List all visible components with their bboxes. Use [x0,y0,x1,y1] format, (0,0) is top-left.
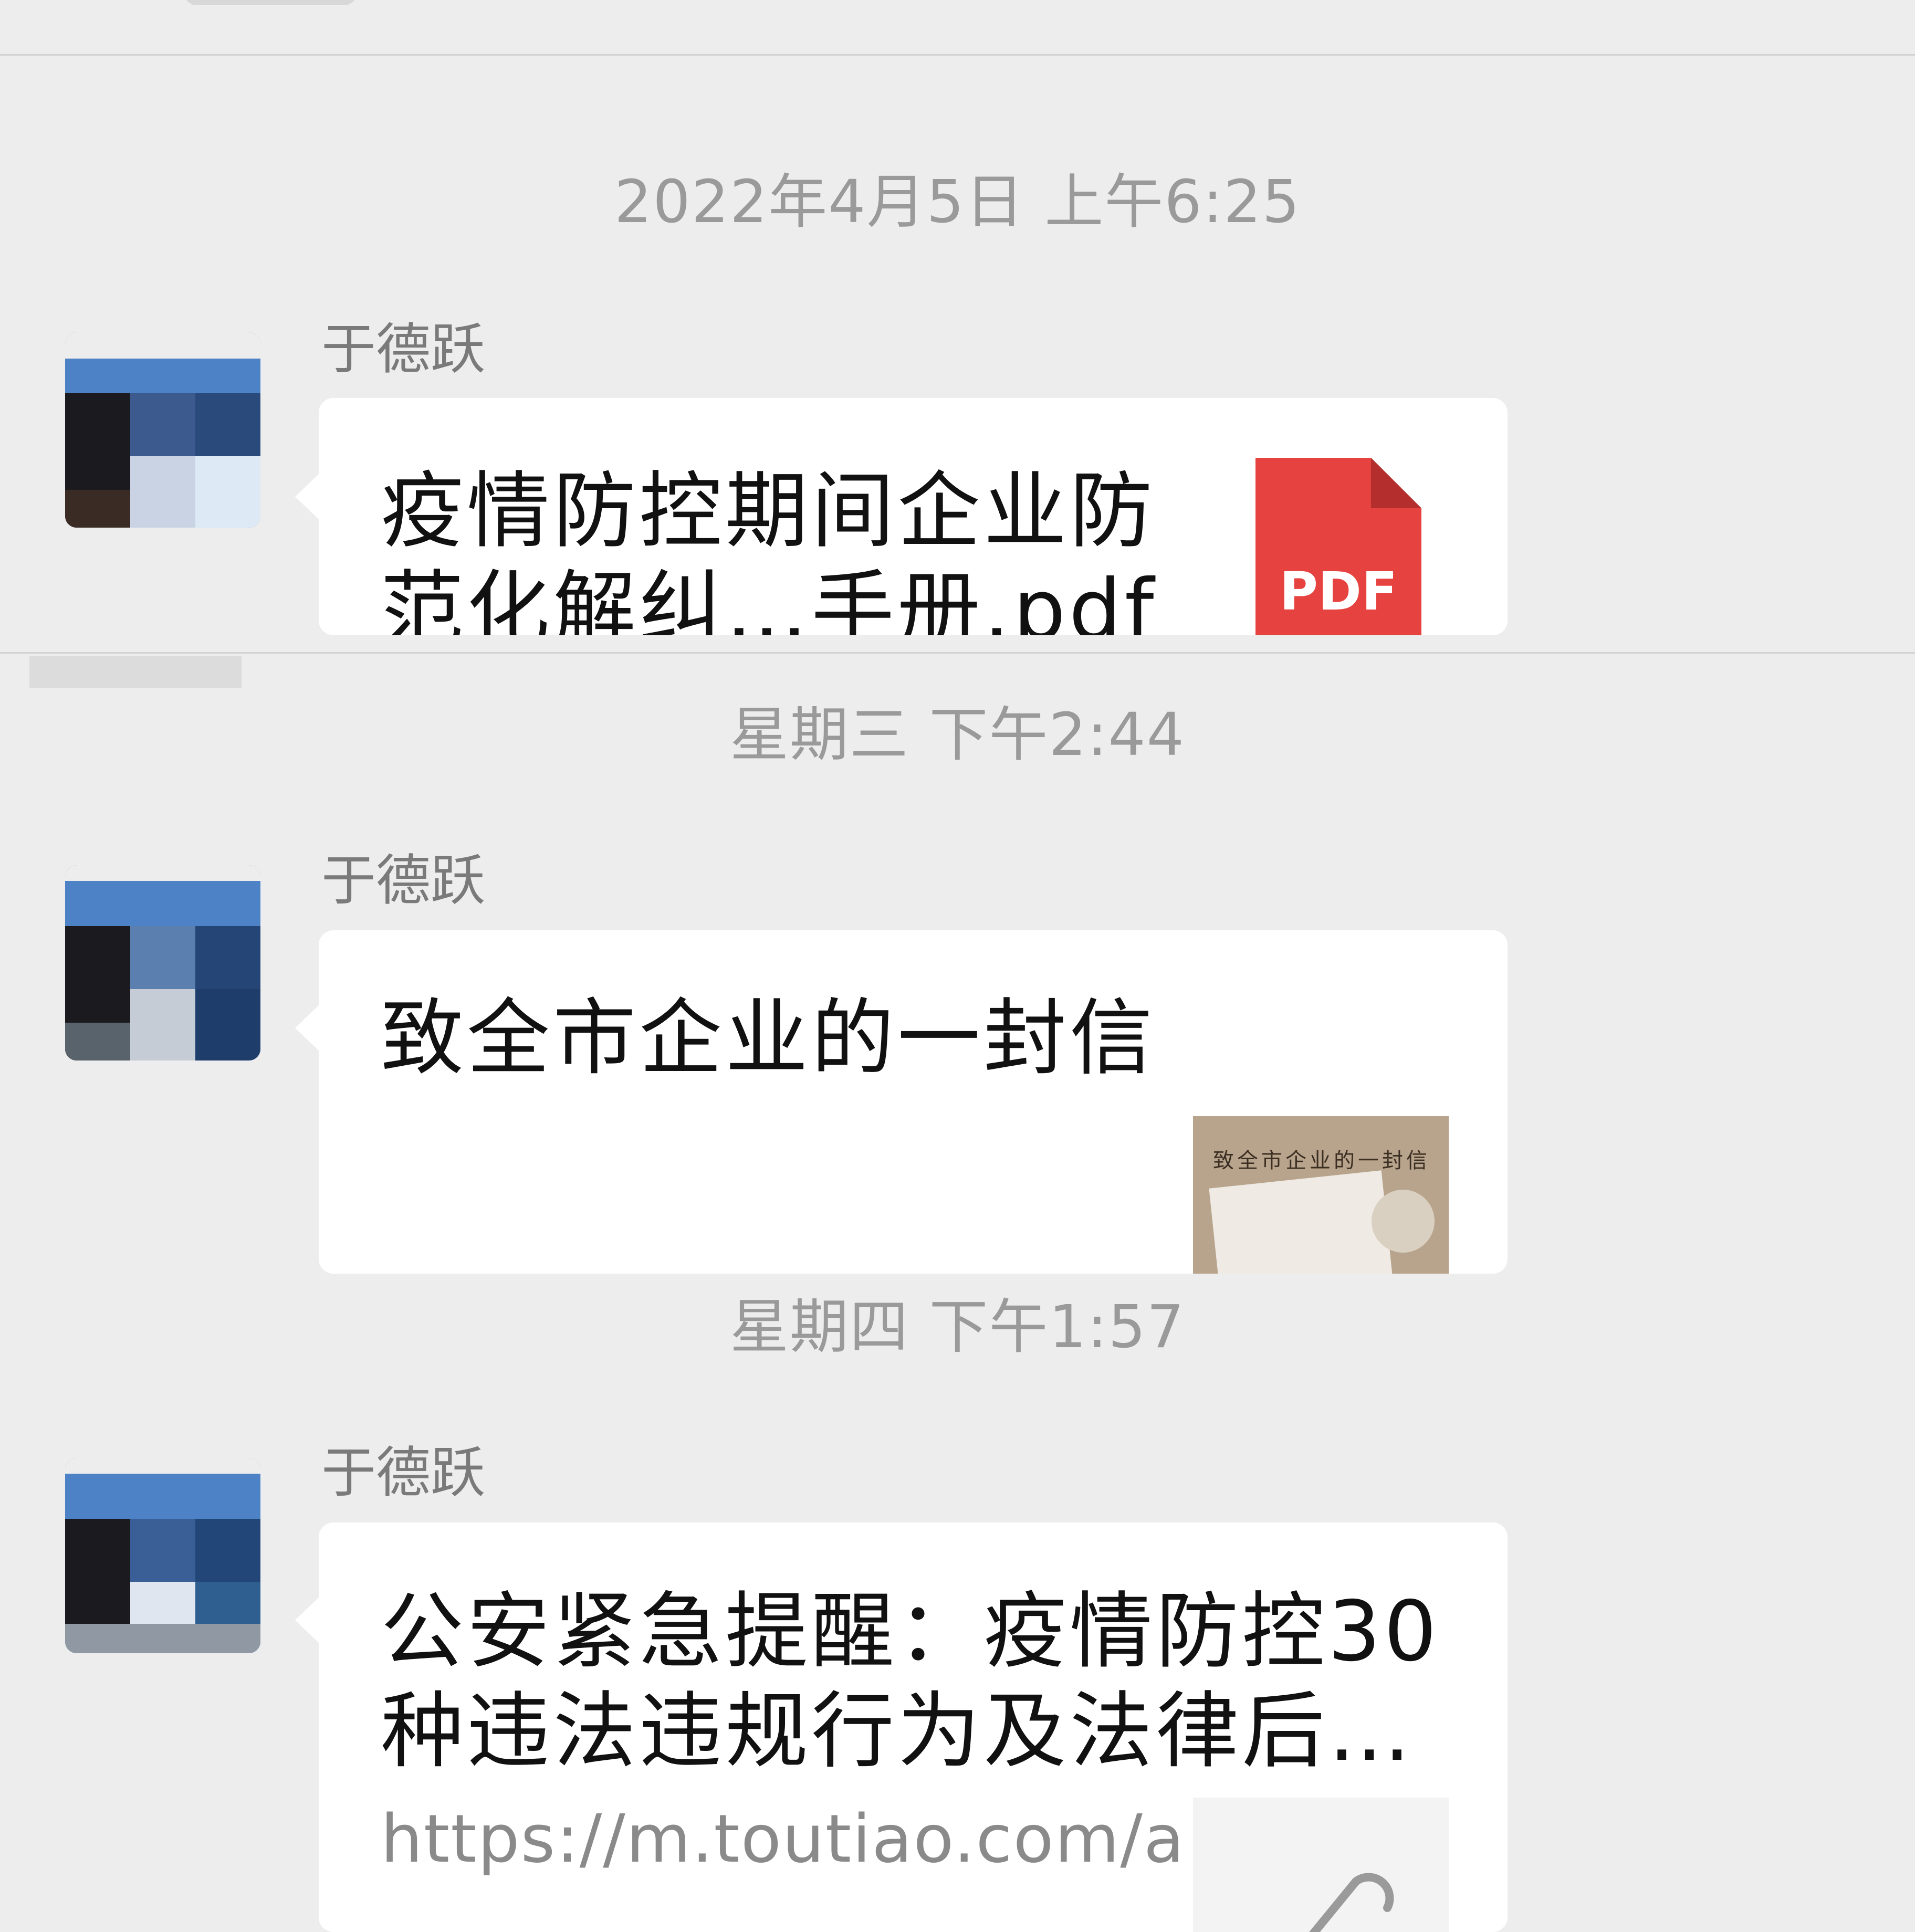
link-title-line-1: 公安紧急提醒：疫情防控30 [381,1583,1440,1680]
sender-name: 于德跃 [321,1441,486,1505]
bubble-tail [295,1596,320,1644]
file-message-bubble[interactable]: 疫情防控期间企业防 范化解纠…手册.pdf PDF [319,398,1508,635]
top-divider [0,54,1915,56]
link-title: 致全市企业的一封信 [381,990,1156,1087]
avatar[interactable] [65,1458,260,1653]
file-name-line-1: 疫情防控期间企业防 [381,463,1156,560]
partial-element [29,656,242,688]
sender-name: 于德跃 [321,317,486,381]
avatar[interactable] [65,865,260,1060]
link-message-bubble[interactable]: 公安紧急提醒：疫情防控30 种违法违规行为及法律后… https://m.tou… [319,1522,1508,1932]
pdf-file-icon: PDF [1255,458,1421,635]
link-title-line-2: 种违法违规行为及法律后… [381,1683,1414,1780]
section-divider [0,652,1915,654]
timestamp: 星期四 下午1:57 [729,1293,1186,1361]
file-name-line-2: 范化解纠…手册.pdf [381,562,1157,635]
link-message-bubble[interactable]: 致全市企业的一封信 致全市企业的一封信 [319,930,1508,1274]
bubble-tail [295,1004,320,1052]
timestamp: 星期三 下午2:44 [729,701,1186,769]
thumbnail-text: 致全市企业的一封信 [1213,1149,1430,1173]
sender-name: 于德跃 [321,848,486,912]
bubble-tail [295,472,320,521]
pdf-badge: PDF [1279,561,1398,622]
top-partial-button[interactable] [184,0,357,5]
avatar[interactable] [65,332,260,528]
link-url: https://m.toutiao.com/a [381,1800,1186,1877]
article-thumbnail: 致全市企业的一封信 [1193,1116,1449,1274]
timestamp: 2022年4月5日 上午6:25 [614,168,1301,236]
